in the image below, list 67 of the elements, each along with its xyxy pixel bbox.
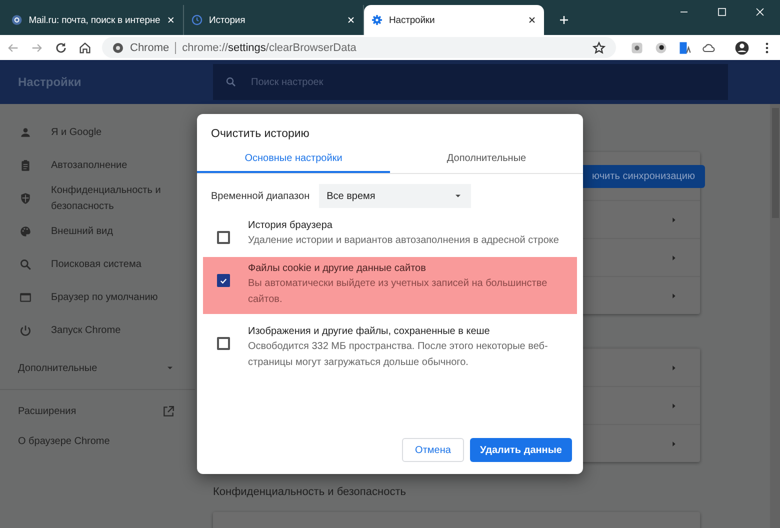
shield-icon: [19, 192, 32, 205]
browser-window-icon: [19, 291, 32, 304]
arrow-right-icon[interactable]: [670, 364, 678, 372]
sidebar-item[interactable]: Поисковая система: [0, 248, 195, 281]
sidebar-link[interactable]: О браузере Chrome: [0, 430, 195, 454]
option-title: История браузера: [248, 219, 334, 233]
close-icon[interactable]: [166, 15, 176, 25]
sync-button[interactable]: ючить синхронизацию: [580, 164, 705, 188]
external-link-icon: [162, 404, 175, 418]
search-field[interactable]: Поиск настроек: [249, 76, 453, 88]
person-icon: [19, 126, 32, 139]
option-description: Освободится 332 МБ пространства. После этого некоторые веб-страницы могут загружаться дольше обычного.: [248, 340, 549, 370]
extension-icon[interactable]: [654, 40, 668, 54]
cancel-button[interactable]: Отмена: [402, 438, 464, 462]
arrow-right-icon[interactable]: [670, 254, 678, 262]
option-description: Вы автоматически выйдете из учетных записей на большинстве сайтов.: [248, 277, 548, 307]
close-icon[interactable]: [754, 6, 766, 18]
time-range-label: Временной диапазон: [211, 190, 310, 202]
sidebar-item[interactable]: Конфиденциальность и безопасность: [0, 182, 195, 215]
option-description: Удаление истории и вариантов автозаполнения в адресной строке: [248, 234, 559, 248]
sidebar-item[interactable]: Запуск Chrome: [0, 314, 195, 347]
address-bar[interactable]: Chrome chrome://settings/clearBrowserData: [102, 37, 616, 58]
browser-tab[interactable]: Настройки: [364, 5, 544, 35]
close-icon[interactable]: [527, 15, 537, 25]
sidebar-item[interactable]: Браузер по умолчанию: [0, 281, 195, 314]
tab-title: Mail.ru: почта, поиск в интерне: [28, 14, 160, 26]
new-tab-icon[interactable]: [558, 14, 570, 26]
sidebar-section-toggle[interactable]: Дополнительные: [0, 349, 195, 387]
clipboard-icon: [19, 159, 32, 172]
arrow-right-icon[interactable]: [670, 440, 678, 448]
sidebar-item[interactable]: Я и Google: [0, 116, 195, 149]
arrow-right-icon[interactable]: [670, 216, 678, 224]
sidebar-item[interactable]: Автозаполнение: [0, 149, 195, 182]
clock-icon: [191, 14, 203, 26]
checkbox[interactable]: [217, 274, 230, 287]
home-icon[interactable]: [78, 40, 92, 54]
sidebar-item[interactable]: Внешний вид: [0, 215, 195, 248]
settings-title: Настройки: [17, 75, 82, 89]
dialog-tab[interactable]: Дополнительные: [390, 153, 583, 171]
option-title: Изображения и другие файлы, сохраненные в кеше: [248, 325, 491, 339]
arrow-right-icon[interactable]: [670, 402, 678, 410]
gear-icon: [371, 14, 383, 26]
close-icon[interactable]: [346, 15, 356, 25]
option-title: Файлы cookie и другие данные сайтов: [248, 262, 427, 276]
site-info-icon: [112, 42, 124, 54]
address-url: chrome://settings/clearBrowserData: [182, 42, 358, 54]
reload-icon[interactable]: [54, 40, 68, 54]
time-range-dropdown[interactable]: Все время: [318, 184, 471, 208]
maximize-icon[interactable]: [716, 6, 728, 18]
dialog-tab[interactable]: Основные настройки: [197, 153, 390, 173]
delete-data-button[interactable]: Удалить данные: [470, 438, 572, 462]
address-chip: Chrome: [130, 42, 176, 54]
sidebar-link[interactable]: Расширения: [0, 392, 195, 430]
arrow-right-icon[interactable]: [670, 292, 678, 300]
tab-title: История: [209, 14, 246, 26]
dialog-title: Очистить историю: [210, 127, 310, 140]
section-heading: Конфиденциальность и безопасность: [213, 486, 407, 498]
checkbox[interactable]: [217, 337, 230, 350]
search-icon: [19, 258, 32, 271]
scrollbar[interactable]: [770, 104, 780, 528]
search-icon: [225, 76, 237, 88]
tab-title: Настройки: [389, 14, 436, 26]
checkbox[interactable]: [217, 231, 230, 244]
star-icon[interactable]: [592, 40, 606, 54]
power-icon: [19, 324, 32, 337]
account-icon[interactable]: [734, 40, 750, 56]
palette-icon: [19, 225, 32, 238]
